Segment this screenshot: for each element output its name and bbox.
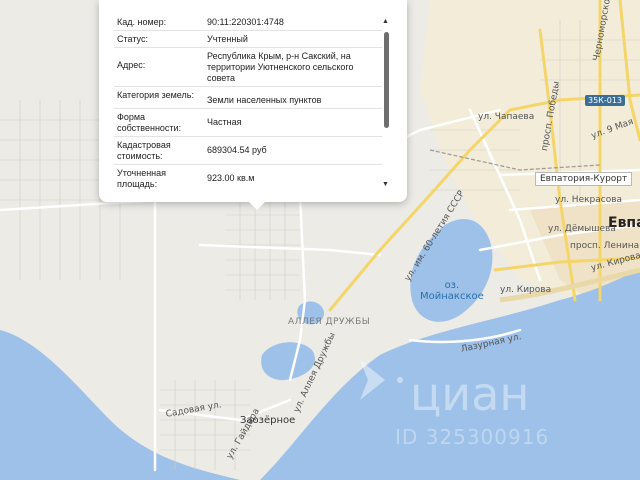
scroll-down-icon[interactable]: ▼ bbox=[382, 181, 389, 188]
info-value: 90:11:220301:4748 bbox=[207, 17, 284, 27]
street-label-kirova: ул. Кирова bbox=[500, 285, 552, 295]
city-label-evpatoriya: Евпа bbox=[608, 215, 640, 231]
scroll-thumb[interactable] bbox=[384, 32, 389, 128]
info-key: Кад. номер: bbox=[117, 17, 167, 27]
info-value: Земли населенных пунктов bbox=[207, 95, 322, 105]
info-key: Форма собственности: bbox=[117, 112, 182, 133]
street-label-lenina: просп. Ленина bbox=[570, 241, 640, 251]
cadastral-popup: Кад. номер: 90:11:220301:4748 Статус: Уч… bbox=[99, 0, 407, 210]
lake-label-moinakskoe: оз. Мойнакское bbox=[420, 280, 484, 302]
info-key: Кадастровая стоимость: bbox=[117, 140, 171, 161]
watermark-brand: циан bbox=[410, 367, 529, 421]
info-row-ownership: Форма собственности: Частная bbox=[114, 109, 382, 137]
info-key: Уточненная площадь: bbox=[117, 168, 167, 189]
info-row-area: Уточненная площадь: 923.00 кв.м bbox=[114, 165, 382, 192]
info-key: Статус: bbox=[117, 34, 148, 44]
popup-scrollbar[interactable]: ▲ ▼ bbox=[382, 18, 390, 188]
station-label-evpatoriya-kurort: Евпатория-Курорт bbox=[535, 172, 633, 186]
street-label-nekrasova: ул. Некрасова bbox=[555, 195, 623, 205]
info-key: Адрес: bbox=[117, 60, 146, 70]
street-label-chapaeva: ул. Чапаева bbox=[478, 112, 535, 122]
street-label-alleya-caps: АЛЛЕЯ ДРУЖБЫ bbox=[288, 317, 371, 327]
lake-label-line1: оз. bbox=[444, 280, 460, 291]
info-row-cadastral-value: Кадастровая стоимость: 689304.54 руб bbox=[114, 137, 382, 165]
info-value: 923.00 кв.м bbox=[207, 173, 255, 183]
cadastral-info-table: Кад. номер: 90:11:220301:4748 Статус: Уч… bbox=[114, 14, 382, 192]
lake-label-line2: Мойнакское bbox=[420, 291, 484, 302]
info-row-status: Статус: Учтенный bbox=[114, 31, 382, 48]
route-shield: 35К-013 bbox=[585, 95, 626, 106]
info-row-address: Адрес: Республика Крым, р-н Сакский, на … bbox=[114, 48, 382, 87]
street-label-demysheva: ул. Дёмышева bbox=[548, 224, 616, 234]
watermark-id: ID 325300916 bbox=[395, 425, 550, 449]
info-row-cadastral-number: Кад. номер: 90:11:220301:4748 bbox=[114, 14, 382, 31]
info-value: Учтенный bbox=[207, 34, 248, 44]
scroll-up-icon[interactable]: ▲ bbox=[382, 18, 389, 25]
info-key: Категория земель: bbox=[117, 90, 194, 100]
info-row-land-category: Категория земель: Земли населенных пункт… bbox=[114, 87, 382, 109]
info-value: Республика Крым, р-н Сакский, на террито… bbox=[207, 51, 354, 83]
place-label-zaozernoe: Заозёрное bbox=[240, 415, 296, 426]
info-value: 689304.54 руб bbox=[207, 145, 267, 155]
info-value: Частная bbox=[207, 117, 242, 127]
